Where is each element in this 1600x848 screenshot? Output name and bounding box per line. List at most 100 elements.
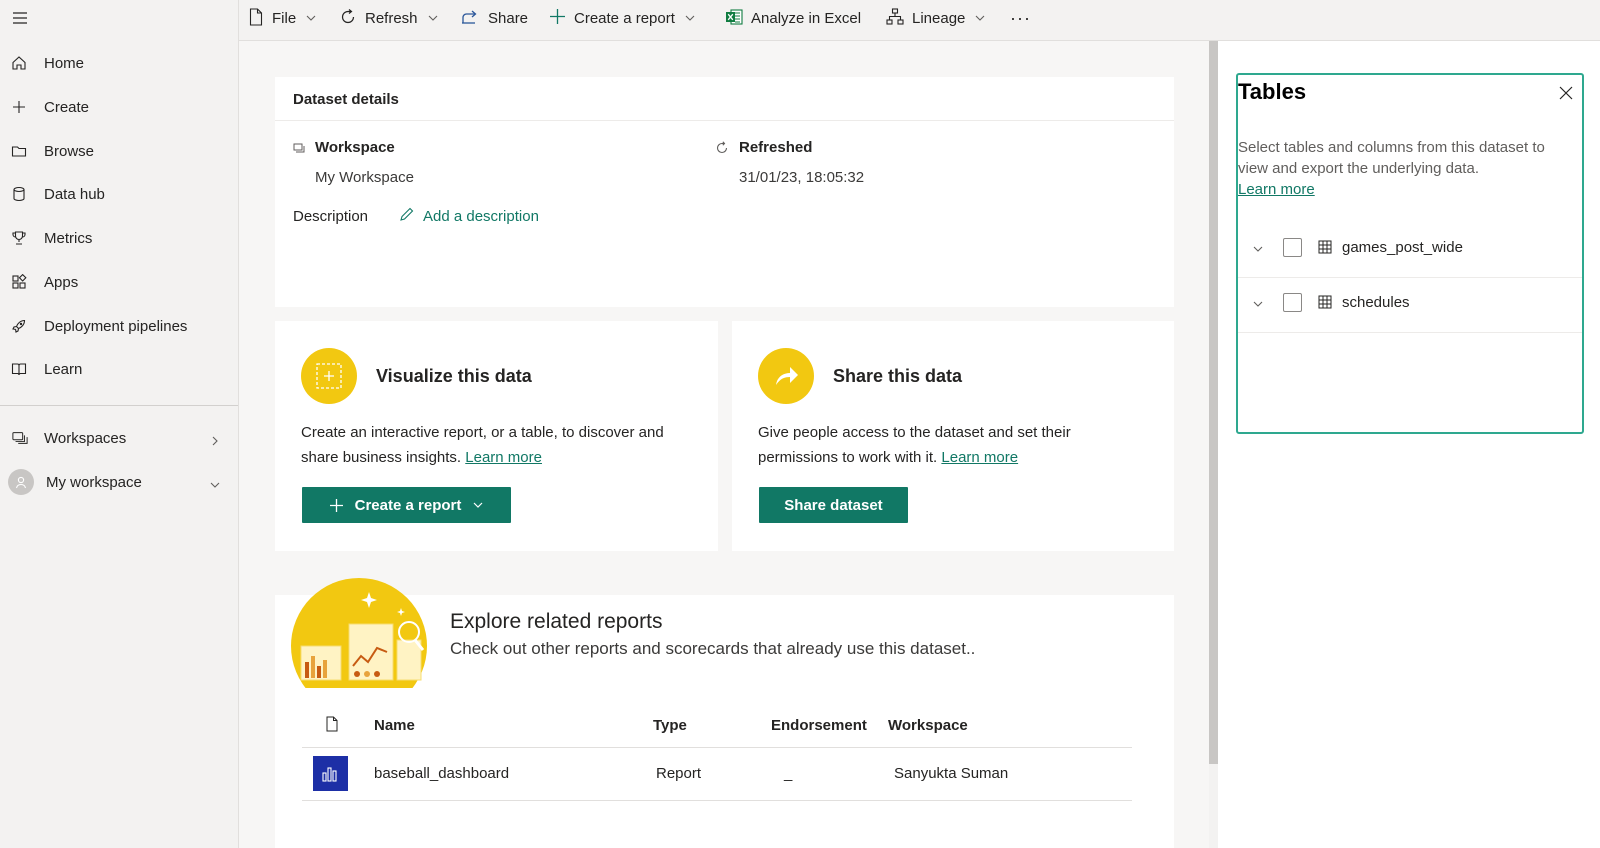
workspace-value: My Workspace	[315, 169, 414, 186]
nav-item-learn[interactable]: Learn	[0, 349, 238, 389]
chevron-down-icon	[685, 10, 695, 27]
main-content: Dataset details Workspace My Workspace R…	[239, 41, 1209, 848]
create-report-label: Create a report	[574, 10, 675, 27]
create-report-menu-button[interactable]: Create a report	[549, 0, 695, 37]
dataset-details-header: Dataset details	[275, 77, 1174, 121]
explore-subtitle: Check out other reports and scorecards t…	[450, 639, 976, 658]
share-button[interactable]: Share	[461, 0, 528, 37]
tables-panel-frame: Tables Select tables and columns from th…	[1236, 73, 1584, 434]
table-checkbox[interactable]	[1283, 293, 1302, 312]
nav-label: Data hub	[44, 185, 105, 203]
plus-icon	[11, 99, 27, 115]
nav-label: Metrics	[44, 229, 93, 247]
nav-item-create[interactable]: Create	[0, 87, 238, 127]
nav-label: Apps	[44, 273, 79, 291]
visualize-learn-more-link[interactable]: Learn more	[465, 449, 542, 466]
create-report-button[interactable]: Create a report	[302, 487, 511, 523]
more-options-button[interactable]: ···	[1010, 0, 1031, 37]
lineage-menu-button[interactable]: Lineage	[886, 0, 985, 37]
tables-panel-description-block: Select tables and columns from this data…	[1238, 137, 1568, 200]
share-learn-more-link[interactable]: Learn more	[941, 449, 1018, 466]
avatar	[8, 469, 34, 495]
close-icon[interactable]	[1558, 85, 1574, 101]
share-dataset-button[interactable]: Share dataset	[759, 487, 908, 523]
column-header-workspace[interactable]: Workspace	[888, 717, 968, 734]
nav-item-home[interactable]: Home	[0, 43, 238, 83]
table-checkbox[interactable]	[1283, 238, 1302, 257]
rocket-icon	[11, 318, 27, 334]
workspace-label: Workspace	[315, 139, 395, 156]
column-header-name[interactable]: Name	[374, 717, 415, 734]
chevron-down-icon[interactable]	[1252, 297, 1264, 309]
nav-item-apps[interactable]: Apps	[0, 262, 238, 302]
share-icon	[461, 9, 480, 29]
nav-label: My workspace	[46, 473, 142, 491]
visualize-text: Create an interactive report, or a table…	[301, 420, 691, 470]
report-endorsement: _	[784, 765, 793, 782]
scrollbar-thumb[interactable]	[1209, 41, 1218, 764]
file-label: File	[272, 10, 297, 27]
column-header-type[interactable]: Type	[653, 717, 687, 734]
share-label: Share	[488, 10, 529, 27]
add-description-link[interactable]: Add a description	[423, 208, 539, 225]
table-item-schedules[interactable]: schedules	[1238, 277, 1582, 333]
nav-label: Workspaces	[44, 429, 127, 447]
refresh-button[interactable]: Refresh	[339, 0, 438, 37]
tables-panel-learn-more-link[interactable]: Learn more	[1238, 181, 1315, 198]
more-icon: ···	[1010, 8, 1031, 28]
refresh-icon	[715, 141, 729, 159]
dataset-details-card: Dataset details Workspace My Workspace R…	[275, 77, 1174, 307]
table-icon	[1318, 295, 1332, 309]
command-bar: File Refresh Share Create a report Analy…	[239, 0, 1600, 41]
plus-icon	[549, 8, 566, 29]
plus-icon	[329, 498, 343, 512]
visualize-card: Visualize this data Create an interactiv…	[275, 321, 718, 551]
workspace-icon	[293, 142, 307, 160]
nav-item-metrics[interactable]: Metrics	[0, 218, 238, 258]
main-scrollbar[interactable]	[1209, 41, 1218, 848]
chevron-right-icon	[210, 433, 220, 446]
column-header-endorsement[interactable]: Endorsement	[771, 717, 867, 734]
report-type: Report	[656, 765, 702, 782]
report-workspace: Sanyukta Suman	[894, 765, 1009, 782]
pencil-icon	[399, 206, 415, 226]
tables-panel-title: Tables	[1238, 79, 1307, 104]
home-icon	[11, 55, 27, 71]
file-icon	[325, 716, 339, 736]
nav-item-workspaces[interactable]: Workspaces	[0, 418, 238, 458]
table-name: schedules	[1342, 294, 1410, 311]
explore-title: Explore related reports	[450, 610, 663, 633]
nav-divider	[0, 405, 238, 406]
hamburger-icon[interactable]	[12, 10, 28, 26]
table-item-games-post-wide[interactable]: games_post_wide	[1238, 222, 1582, 278]
table-row[interactable]: baseball_dashboard Report _ Sanyukta Sum…	[302, 748, 1132, 800]
report-icon	[313, 756, 348, 791]
share-title: Share this data	[833, 366, 963, 386]
analyze-in-excel-button[interactable]: Analyze in Excel	[725, 0, 861, 37]
chevron-down-icon[interactable]	[1252, 242, 1264, 254]
lineage-label: Lineage	[912, 10, 966, 27]
chevron-down-icon	[428, 10, 438, 27]
share-text: Give people access to the dataset and se…	[758, 420, 1153, 470]
file-menu-button[interactable]: File	[248, 0, 316, 37]
table-name: games_post_wide	[1342, 239, 1463, 256]
share-arrow-icon	[758, 348, 814, 404]
refreshed-value: 31/01/23, 18:05:32	[739, 169, 865, 186]
nav-label: Learn	[44, 360, 83, 378]
nav-label: Deployment pipelines	[44, 317, 188, 335]
share-description: Give people access to the dataset and se…	[758, 424, 1071, 466]
nav-item-deployment-pipelines[interactable]: Deployment pipelines	[0, 306, 238, 346]
nav-item-my-workspace[interactable]: My workspace	[0, 462, 238, 502]
share-card: Share this data Give people access to th…	[732, 321, 1174, 551]
table-row-divider	[302, 800, 1132, 801]
nav-item-data-hub[interactable]: Data hub	[0, 174, 238, 214]
report-name-link[interactable]: baseball_dashboard	[374, 765, 509, 782]
trophy-icon	[11, 230, 27, 246]
refreshed-label: Refreshed	[739, 139, 813, 156]
nav-item-browse[interactable]: Browse	[0, 131, 238, 171]
nav-label: Create	[44, 98, 90, 116]
tables-panel-description: Select tables and columns from this data…	[1238, 139, 1545, 177]
lineage-icon	[886, 7, 904, 30]
visualize-title: Visualize this data	[376, 366, 532, 386]
chevron-down-icon	[473, 500, 483, 510]
